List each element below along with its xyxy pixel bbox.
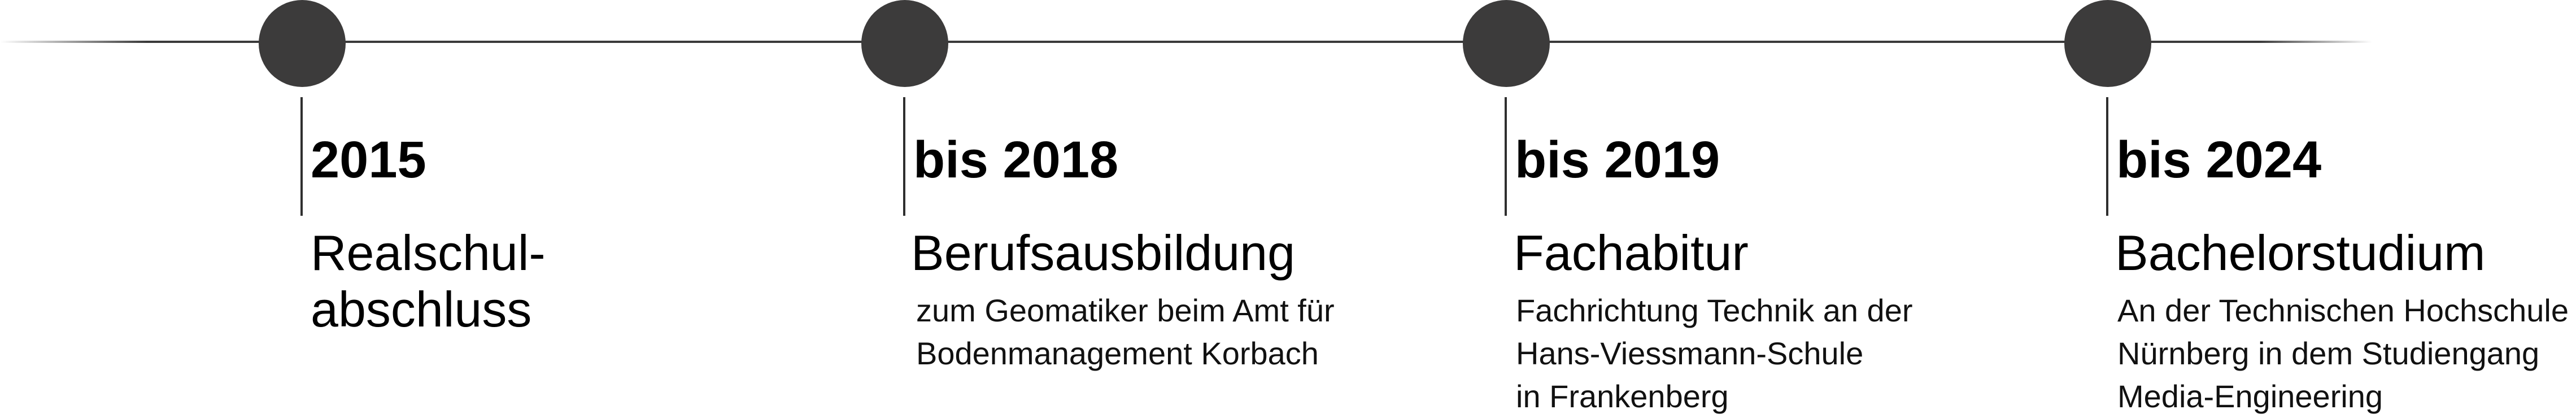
milestone-description-line: in Frankenberg	[1516, 378, 1729, 414]
milestone-description-line: Nürnberg in dem Studiengang	[2117, 336, 2540, 371]
milestone-description-line: zum Geomatiker beim Amt für	[916, 293, 1335, 328]
milestone-connector	[300, 97, 303, 216]
milestone-dot	[861, 0, 948, 87]
milestone-title-line: Bachelorstudium	[2115, 225, 2486, 281]
milestone-title-line: Fachabitur	[1514, 225, 1749, 281]
milestone-description: zum Geomatiker beim Amt für Bodenmanagem…	[916, 289, 1335, 375]
milestone-year: bis 2024	[2116, 131, 2322, 189]
milestone-connector	[2106, 97, 2108, 216]
milestone-description: Fachrichtung Technik an der Hans-Viessma…	[1516, 289, 1913, 418]
milestone-description-line: Hans-Viessmann-Schule	[1516, 336, 1864, 371]
milestone-year: 2015	[311, 131, 426, 189]
milestone-year: bis 2018	[913, 131, 1119, 189]
milestone-title-line: Realschul-	[311, 225, 546, 281]
milestone-dot	[1463, 0, 1550, 87]
milestone-description-line: An der Technischen Hochschule	[2117, 293, 2569, 328]
timeline: 2015 Realschul- abschluss bis 2018 Beruf…	[0, 0, 2576, 415]
milestone-connector	[903, 97, 905, 216]
milestone-dot	[259, 0, 346, 87]
milestone-title: Fachabitur	[1514, 225, 1749, 281]
milestone-description-line: Fachrichtung Technik an der	[1516, 293, 1913, 328]
milestone-description-line: Bodenmanagement Korbach	[916, 336, 1319, 371]
milestone-year: bis 2019	[1515, 131, 1720, 189]
milestone-description: An der Technischen Hochschule Nürnberg i…	[2117, 289, 2569, 418]
timeline-axis-line	[0, 41, 2576, 43]
milestone-title-line: Berufsausbildung	[911, 225, 1296, 281]
milestone-dot	[2064, 0, 2151, 87]
milestone-title: Realschul- abschluss	[311, 225, 546, 338]
milestone-title: Bachelorstudium	[2115, 225, 2485, 281]
milestone-description-line: Media-Engineering	[2117, 378, 2383, 414]
milestone-connector	[1505, 97, 1507, 216]
milestone-title-line: abschluss	[311, 281, 532, 337]
milestone-title: Berufsausbildung	[911, 225, 1295, 281]
